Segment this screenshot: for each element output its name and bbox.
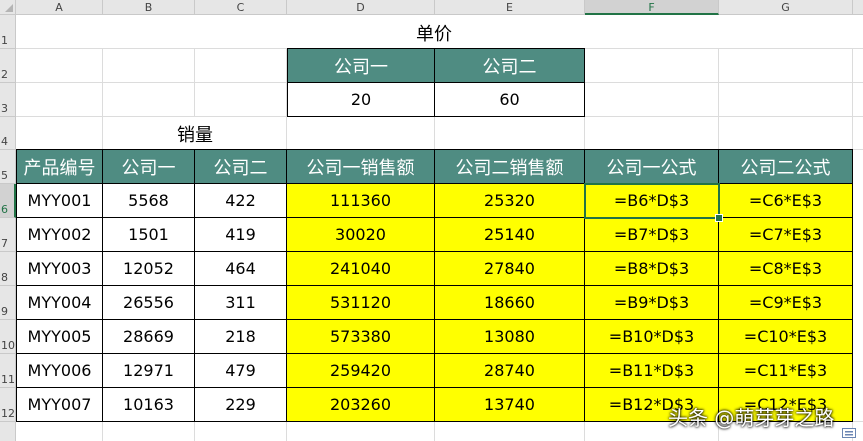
company1-qty-cell[interactable]: 12052 [103, 252, 195, 286]
company2-qty-cell[interactable]: 229 [195, 388, 287, 422]
company2-formula-cell[interactable]: =C10*E$3 [719, 320, 853, 354]
company2-revenue-cell[interactable]: 27840 [435, 252, 585, 286]
company2-formula-cell[interactable]: =C11*E$3 [719, 354, 853, 388]
sales-header-company1-formula[interactable]: 公司一公式 [585, 149, 719, 184]
row-header-12[interactable]: 12 [0, 388, 16, 422]
column-header-b[interactable]: B [103, 0, 195, 15]
company1-formula-cell[interactable]: =B11*D$3 [585, 354, 719, 388]
sales-header-company2[interactable]: 公司二 [195, 149, 287, 184]
product-id-cell[interactable]: MYY003 [16, 252, 103, 286]
paste-options-icon[interactable] [842, 428, 856, 438]
price-header-company2[interactable]: 公司二 [435, 48, 585, 83]
company1-formula-cell[interactable]: =B9*D$3 [585, 286, 719, 320]
company1-formula-cell[interactable]: =B10*D$3 [585, 320, 719, 354]
sales-header-company2-revenue[interactable]: 公司二销售额 [435, 149, 585, 184]
company2-qty-cell[interactable]: 479 [195, 354, 287, 388]
price-table-title: 单价 [416, 24, 452, 45]
row-header-8[interactable]: 8 [0, 252, 16, 286]
price-value-company1[interactable]: 20 [287, 83, 435, 117]
spreadsheet-grid: A B C D E F G 1 2 3 4 5 6 7 8 9 10 11 12… [0, 0, 863, 441]
company2-qty-cell[interactable]: 311 [195, 286, 287, 320]
column-header-next[interactable] [853, 0, 863, 15]
row-header-5[interactable]: 5 [0, 150, 16, 184]
sales-header-product-id[interactable]: 产品编号 [16, 149, 103, 184]
column-header-a[interactable]: A [16, 0, 103, 15]
row-header-2[interactable]: 2 [0, 49, 16, 83]
company1-qty-cell[interactable]: 10163 [103, 388, 195, 422]
select-all-corner[interactable] [0, 0, 16, 15]
row-header-11[interactable]: 11 [0, 354, 16, 388]
company2-revenue-cell[interactable]: 25140 [435, 218, 585, 252]
company1-formula-cell[interactable]: =B7*D$3 [585, 218, 719, 252]
price-value-company2[interactable]: 60 [435, 83, 585, 117]
row-header-9[interactable]: 9 [0, 286, 16, 320]
row-header-7[interactable]: 7 [0, 218, 16, 252]
column-header-c[interactable]: C [195, 0, 287, 15]
company2-formula-cell[interactable]: =C6*E$3 [719, 184, 853, 218]
company1-revenue-cell[interactable]: 30020 [287, 218, 435, 252]
sales-table-title: 销量 [177, 125, 213, 146]
company1-qty-cell[interactable]: 5568 [103, 184, 195, 218]
product-id-cell[interactable]: MYY005 [16, 320, 103, 354]
fill-handle[interactable] [715, 214, 723, 222]
price-header-company1[interactable]: 公司一 [287, 48, 435, 83]
company2-revenue-cell[interactable]: 13080 [435, 320, 585, 354]
company1-qty-cell[interactable]: 28669 [103, 320, 195, 354]
row-header-1[interactable]: 1 [0, 15, 16, 49]
product-id-cell[interactable]: MYY006 [16, 354, 103, 388]
company2-qty-cell[interactable]: 464 [195, 252, 287, 286]
company2-formula-cell[interactable]: =C9*E$3 [719, 286, 853, 320]
company1-formula-cell[interactable]: =B8*D$3 [585, 252, 719, 286]
company2-revenue-cell[interactable]: 28740 [435, 354, 585, 388]
company2-qty-cell[interactable]: 422 [195, 184, 287, 218]
row-header-6[interactable]: 6 [0, 184, 16, 218]
company2-revenue-cell[interactable]: 18660 [435, 286, 585, 320]
company2-revenue-cell[interactable]: 25320 [435, 184, 585, 218]
company2-revenue-cell[interactable]: 13740 [435, 388, 585, 422]
company1-revenue-cell[interactable]: 573380 [287, 320, 435, 354]
product-id-cell[interactable]: MYY001 [16, 184, 103, 218]
sales-header-company1[interactable]: 公司一 [103, 149, 195, 184]
company1-qty-cell[interactable]: 26556 [103, 286, 195, 320]
column-header-e[interactable]: E [435, 0, 585, 15]
row-header-4[interactable]: 4 [0, 117, 16, 150]
company1-qty-cell[interactable]: 12971 [103, 354, 195, 388]
company1-qty-cell[interactable]: 1501 [103, 218, 195, 252]
row-header-10[interactable]: 10 [0, 320, 16, 354]
company1-revenue-cell[interactable]: 203260 [287, 388, 435, 422]
company1-revenue-cell[interactable]: 241040 [287, 252, 435, 286]
row-header-13[interactable] [0, 422, 16, 441]
product-id-cell[interactable]: MYY007 [16, 388, 103, 422]
column-header-d[interactable]: D [287, 0, 435, 15]
company1-formula-cell[interactable]: =B6*D$3 [585, 184, 719, 218]
sales-header-company2-formula[interactable]: 公司二公式 [719, 149, 853, 184]
sales-header-company1-revenue[interactable]: 公司一销售额 [287, 149, 435, 184]
watermark-text: 头条 @萌芽芽之路 [668, 406, 835, 430]
company1-revenue-cell[interactable]: 531120 [287, 286, 435, 320]
company1-revenue-cell[interactable]: 111360 [287, 184, 435, 218]
column-header-f[interactable]: F [585, 0, 719, 15]
row-header-3[interactable]: 3 [0, 83, 16, 117]
column-header-g[interactable]: G [719, 0, 853, 15]
company2-formula-cell[interactable]: =C7*E$3 [719, 218, 853, 252]
company2-qty-cell[interactable]: 218 [195, 320, 287, 354]
company2-formula-cell[interactable]: =C8*E$3 [719, 252, 853, 286]
product-id-cell[interactable]: MYY004 [16, 286, 103, 320]
product-id-cell[interactable]: MYY002 [16, 218, 103, 252]
company1-revenue-cell[interactable]: 259420 [287, 354, 435, 388]
company2-qty-cell[interactable]: 419 [195, 218, 287, 252]
